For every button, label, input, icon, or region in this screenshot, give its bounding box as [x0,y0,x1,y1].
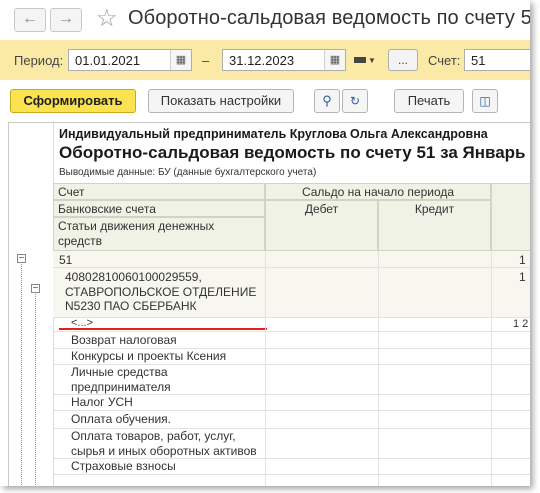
period-dash: – [202,53,210,68]
header-cash-flow: Статьи движения денежных средств [53,217,265,251]
item-line1: Оплата товаров, работ, услуг, [71,429,236,443]
account-label: Счет: [428,53,461,68]
item-cell: Оплата товаров, работ, услуг, сырья и ин… [71,429,257,459]
bank-account-cell: 40802810060100029559, СТАВРОПОЛЬСКОЕ ОТД… [65,270,256,314]
table-row[interactable] [53,251,530,268]
period-type-icon [354,56,367,63]
collapse-account-icon[interactable]: − [17,254,26,264]
grouping-gutter [9,123,54,486]
arrow-left-icon: ← [22,10,38,27]
item-line2: предпринимателя [71,380,171,394]
bank-line3: N5230 ПАО СБЕРБАНК [65,299,197,313]
toolbar: Сформировать Показать настройки ⚲ ↻ Печа… [0,80,530,120]
arrow-right-icon: → [58,10,74,27]
star-icon[interactable]: ☆ [96,5,118,33]
search-replace-button[interactable]: ↻ [342,89,368,113]
period-select-button[interactable]: ... [388,49,418,71]
tree-line [21,264,22,486]
collapse-bank-icon[interactable]: − [31,284,40,294]
header-bank-accounts: Банковские счета [53,200,265,217]
item-line2: сырья и иных оборотных активов [71,444,257,458]
account-value: 51 [471,53,486,68]
report-output-params: Выводимые данные: БУ (данные бухгалтерск… [59,167,317,178]
header-account: Счет [53,183,265,200]
print-preview-button[interactable]: ◫ [472,89,498,113]
back-button[interactable]: ← [14,8,46,32]
item-cell: Налог УСН [71,395,133,409]
calendar-icon[interactable]: ▦ [324,50,345,70]
header-credit: Кредит [378,200,491,251]
show-settings-button[interactable]: Показать настройки [148,89,294,113]
item-cell: Личные средства предпринимателя [71,365,171,395]
calendar-icon[interactable]: ▦ [170,50,191,70]
account-51-balance: 1 [519,253,526,267]
grid-line [265,251,266,486]
account-51-cell: 51 [59,253,73,267]
item-cell: Конкурсы и проекты Ксения [71,349,227,363]
header-cash-flow-line2: средств [58,234,102,248]
page-title: Оборотно-сальдовая ведомость по счету 51 [128,7,530,29]
generate-button[interactable]: Сформировать [10,89,136,113]
bank-line1: 40802810060100029559, [65,270,202,284]
item-cell: Оплата обучения. [71,412,171,426]
header-next-column [491,183,530,251]
chevron-down-icon: ▼ [368,56,376,65]
print-button[interactable]: Печать [394,89,464,113]
forward-button[interactable]: → [50,8,82,32]
grid-line [378,251,379,486]
header-opening-balance: Сальдо на начало периода [265,183,491,200]
item-cell: Страховые взносы [71,459,176,473]
search-icon: ⚲ [322,93,332,108]
period-bar: Период: 01.01.2021 ▦ – 31.12.2023 ▦ ▼ ..… [0,40,530,80]
empty-item-balance: 1 2 [513,318,529,330]
account-field[interactable]: 51 [464,49,530,71]
period-to-field[interactable]: 31.12.2023 ▦ [222,49,346,71]
period-from-field[interactable]: 01.01.2021 ▦ [68,49,192,71]
period-from-value: 01.01.2021 [75,53,141,68]
header-cash-flow-line1: Статьи движения денежных [58,219,215,233]
title-bar: ← → ☆ Оборотно-сальдовая ведомость по сч… [0,0,530,40]
grid-line [491,251,492,486]
report-window: ← → ☆ Оборотно-сальдовая ведомость по сч… [0,0,530,486]
search-button[interactable]: ⚲ [314,89,340,113]
red-underline [59,328,267,330]
report-title: Оборотно-сальдовая ведомость по счету 51… [59,143,530,162]
print-preview-icon: ◫ [479,94,491,108]
period-label: Период: [14,53,64,68]
item-cell: Возврат налоговая [71,333,177,347]
bank-account-balance: 1 [519,270,526,284]
period-type-dropdown[interactable]: ▼ [350,49,380,71]
search-replace-icon: ↻ [349,94,361,108]
report-sheet[interactable]: Индивидуальный предприниматель Круглова … [8,122,530,486]
header-debit: Дебет [265,200,378,251]
bank-line2: СТАВРОПОЛЬСКОЕ ОТДЕЛЕНИЕ [65,284,257,299]
period-to-value: 31.12.2023 [229,53,295,68]
report-org: Индивидуальный предприниматель Круглова … [59,127,488,141]
item-line1: Личные средства [71,365,168,379]
tree-line [35,294,36,486]
